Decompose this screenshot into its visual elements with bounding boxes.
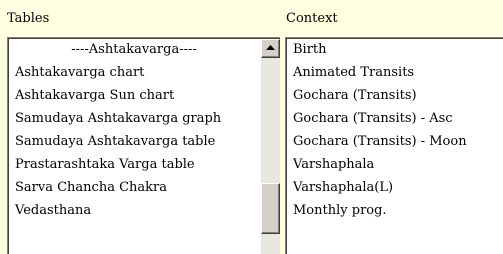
list-item[interactable]: Birth	[286, 38, 503, 61]
list-item[interactable]	[8, 222, 260, 245]
list-item[interactable]: Gochara (Transits)	[286, 84, 503, 107]
list-item[interactable]	[286, 222, 503, 245]
tables-listbox[interactable]: ----Ashtakavarga---- Ashtakavarga chart …	[7, 37, 280, 254]
tables-scrollbar[interactable]	[261, 39, 280, 254]
list-item[interactable]: Prastarashtaka Varga table	[8, 153, 260, 176]
list-item[interactable]: Ashtakavarga chart	[8, 61, 260, 84]
list-item[interactable]: Gochara (Transits) - Asc	[286, 107, 503, 130]
list-item[interactable]: Varshaphala(L)	[286, 176, 503, 199]
list-item[interactable]: Samudaya Ashtakavarga graph	[8, 107, 260, 130]
list-item[interactable]: Samudaya Ashtakavarga table	[8, 130, 260, 153]
triangle-up-icon	[266, 45, 275, 50]
scroll-thumb[interactable]	[261, 183, 280, 234]
list-item[interactable]: Vedasthana	[8, 199, 260, 222]
list-item[interactable]: Monthly prog.	[286, 199, 503, 222]
list-item[interactable]: Gochara (Transits) - Moon	[286, 130, 503, 153]
list-item[interactable]: Varshaphala	[286, 153, 503, 176]
list-item[interactable]: Ashtakavarga Sun chart	[8, 84, 260, 107]
context-listbox[interactable]: Birth Animated Transits Gochara (Transit…	[285, 37, 503, 254]
context-label: Context	[286, 11, 338, 26]
list-item[interactable]: Sarva Chancha Chakra	[8, 176, 260, 199]
scroll-up-button[interactable]	[261, 39, 280, 58]
list-item[interactable]: ----Ashtakavarga----	[8, 38, 260, 61]
list-item[interactable]: Animated Transits	[286, 61, 503, 84]
tables-label: Tables	[7, 11, 50, 26]
